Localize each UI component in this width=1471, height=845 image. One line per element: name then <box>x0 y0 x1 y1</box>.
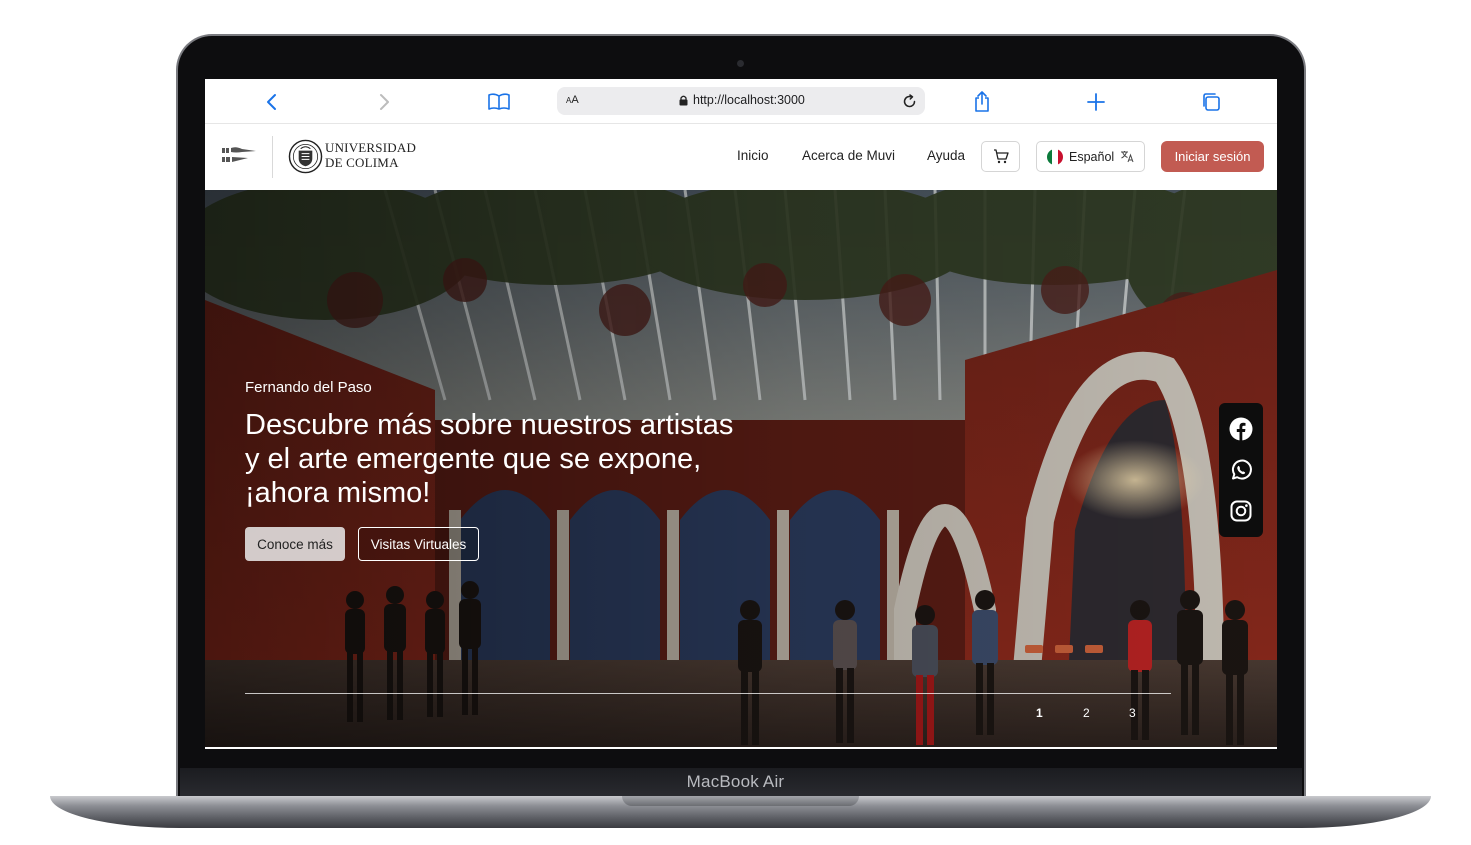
nav-link-inicio[interactable]: Inicio <box>737 148 769 163</box>
university-name-line1: UNIVERSIDAD <box>325 140 417 155</box>
url-text: http://localhost:3000 <box>693 93 805 107</box>
logo-divider <box>272 136 273 178</box>
laptop-notch <box>622 796 859 806</box>
university-seal-icon[interactable] <box>288 139 323 174</box>
instagram-icon[interactable] <box>1228 498 1254 524</box>
camera-icon <box>737 60 744 67</box>
hero-title: Descubre más sobre nuestros artistas y e… <box>245 409 734 509</box>
language-label: Español <box>1069 149 1115 164</box>
forward-icon[interactable] <box>371 89 399 115</box>
translate-icon <box>1121 151 1134 163</box>
facebook-icon[interactable] <box>1228 416 1254 442</box>
carousel-page-3[interactable]: 3 <box>1129 706 1136 720</box>
cart-button[interactable] <box>981 141 1020 172</box>
university-name: UNIVERSIDAD DE COLIMA <box>325 140 416 170</box>
language-selector[interactable]: Español <box>1036 141 1145 172</box>
address-bar[interactable]: AA http://localhost:3000 <box>557 87 925 115</box>
whatsapp-icon[interactable] <box>1228 457 1254 483</box>
carousel-page-1[interactable]: 1 <box>1036 706 1043 720</box>
screen: AA http://localhost:3000 UNIVERSIDAD DE … <box>205 79 1277 749</box>
lock-icon <box>679 95 688 105</box>
carousel-progress-line <box>245 693 1171 694</box>
url-display: http://localhost:3000 <box>679 93 805 107</box>
text-size-button[interactable]: AA <box>566 94 579 106</box>
reload-icon[interactable] <box>899 91 919 111</box>
hero-kicker: Fernando del Paso <box>245 379 372 396</box>
social-sidebar <box>1219 403 1263 537</box>
muvi-logo[interactable] <box>222 146 256 166</box>
site-navbar: UNIVERSIDAD DE COLIMA Inicio Acerca de M… <box>205 124 1277 190</box>
conoce-mas-button[interactable]: Conoce más <box>245 527 345 561</box>
nav-link-acerca[interactable]: Acerca de Muvi <box>802 148 895 163</box>
tabs-icon[interactable] <box>1197 89 1225 115</box>
visitas-virtuales-button[interactable]: Visitas Virtuales <box>358 527 479 561</box>
hero-carousel: Fernando del Paso Descubre más sobre nue… <box>205 190 1277 749</box>
back-icon[interactable] <box>257 89 285 115</box>
university-name-line2: DE COLIMA <box>325 155 399 170</box>
browser-toolbar: AA http://localhost:3000 <box>205 79 1277 124</box>
share-icon[interactable] <box>968 89 996 115</box>
hero-bottom-border <box>205 747 1277 749</box>
macbook-frame: MacBook Air AA http://localhost:3000 UNI… <box>0 0 1471 845</box>
carousel-page-2[interactable]: 2 <box>1083 706 1090 720</box>
nav-link-ayuda[interactable]: Ayuda <box>927 148 965 163</box>
login-button[interactable]: Iniciar sesión <box>1161 141 1264 172</box>
device-label: MacBook Air <box>686 772 785 791</box>
mexico-flag-icon <box>1047 148 1063 165</box>
new-tab-icon[interactable] <box>1082 89 1110 115</box>
cart-icon <box>993 149 1009 164</box>
bookmarks-icon[interactable] <box>485 89 513 115</box>
